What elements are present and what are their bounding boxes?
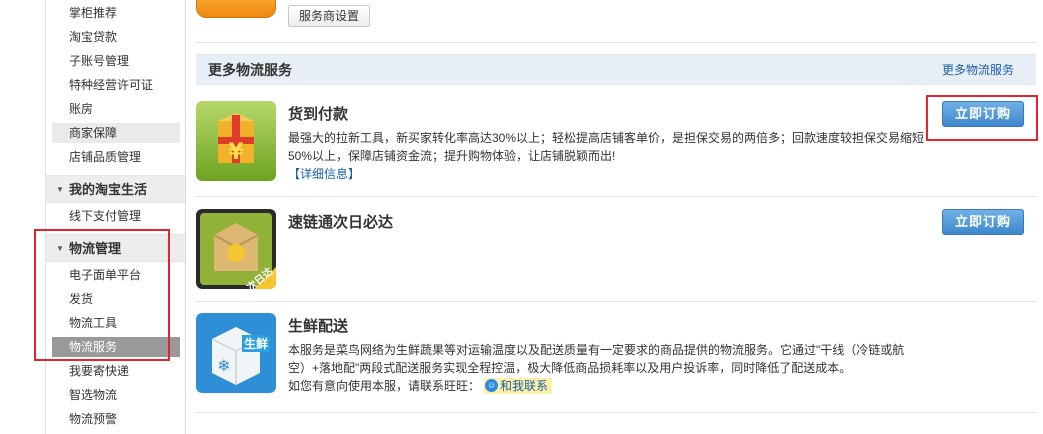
- service-provider-settings-button[interactable]: 服务商设置: [288, 5, 371, 27]
- sidebar-item-subaccount[interactable]: 子账号管理: [69, 51, 129, 71]
- annotation-box-sidebar: [34, 229, 170, 361]
- main-content: 服务商设置 更多物流服务 更多物流服务 ¥ 货到付款 最强大的拉新工具，新买家转…: [186, 0, 1043, 434]
- annotation-box-subscribe: [926, 95, 1038, 141]
- contact-label: 和我联系: [500, 379, 549, 393]
- sidebar-divider: [45, 0, 46, 434]
- wangwang-icon: ☺: [485, 379, 499, 392]
- sidebar-item-store-quality[interactable]: 店铺品质管理: [69, 147, 141, 167]
- detail-info-link[interactable]: 【详细信息】: [288, 167, 360, 181]
- divider: [196, 42, 1036, 43]
- service-title: 生鲜配送: [288, 318, 349, 335]
- service-description: 最强大的拉新工具，新买家转化率高达30%以上；轻松提高店铺客单价，是担保交易的两…: [288, 129, 930, 183]
- more-logistics-services-link[interactable]: 更多物流服务: [942, 55, 1014, 85]
- service-title: 速链通次日必达: [288, 214, 394, 231]
- divider: [196, 412, 1036, 413]
- sidebar: 掌柜推荐 淘宝贷款 子账号管理 特种经营许可证 账房 商家保障 店铺品质管理 ▼…: [0, 0, 186, 434]
- next-day-box-icon: 次日达: [196, 209, 276, 289]
- sidebar-item-taobao-loan[interactable]: 淘宝贷款: [69, 27, 117, 47]
- divider: [196, 196, 1036, 197]
- service-provider-icon: [196, 0, 276, 18]
- svg-text:❄: ❄: [217, 356, 230, 375]
- sidebar-item-logistics-warning[interactable]: 物流预警: [69, 409, 117, 429]
- divider: [196, 301, 1036, 302]
- sidebar-item-smart-logistics[interactable]: 智选物流: [69, 385, 117, 405]
- sidebar-item-offline-payment[interactable]: 线下支付管理: [69, 206, 141, 226]
- service-item-cod: ¥ 货到付款 最强大的拉新工具，新买家转化率高达30%以上；轻松提高店铺客单价，…: [196, 101, 1036, 191]
- sidebar-item-shopkeeper-recommend[interactable]: 掌柜推荐: [69, 3, 117, 23]
- sidebar-item-merchant-guarantee[interactable]: 商家保障: [52, 123, 180, 143]
- fresh-box-icon: ❄ 生鲜: [196, 313, 276, 393]
- service-item-fresh: ❄ 生鲜 生鲜配送 本服务是菜鸟网络为生鲜蔬果等对运输温度以及配送质量有一定要求…: [196, 313, 1036, 403]
- sidebar-group-my-taobao-life[interactable]: ▼ 我的淘宝生活: [46, 175, 185, 203]
- sidebar-group-label: 我的淘宝生活: [69, 182, 148, 197]
- sidebar-item-special-license[interactable]: 特种经营许可证: [69, 75, 153, 95]
- caret-down-icon: ▼: [56, 185, 64, 194]
- section-header: 更多物流服务 更多物流服务: [196, 54, 1036, 85]
- service-description-text: 本服务是菜鸟网络为生鲜蔬果等对运输温度以及配送质量有一定要求的商品提供的物流服务…: [288, 343, 905, 375]
- contact-prompt: 如您有意向使用本服，请联系旺旺：: [288, 379, 481, 393]
- contact-wangwang-button[interactable]: ☺ 和我联系: [484, 378, 553, 394]
- page: 掌柜推荐 淘宝贷款 子账号管理 特种经营许可证 账房 商家保障 店铺品质管理 ▼…: [0, 0, 1043, 434]
- cod-box-icon: ¥: [196, 101, 276, 181]
- sidebar-item-account-room[interactable]: 账房: [69, 99, 93, 119]
- section-title: 更多物流服务: [208, 62, 292, 78]
- service-description: 本服务是菜鸟网络为生鲜蔬果等对运输温度以及配送质量有一定要求的商品提供的物流服务…: [288, 341, 918, 395]
- service-item-next-day: 次日达 速链通次日必达 立即订购: [196, 209, 1036, 289]
- fresh-badge: 生鲜: [242, 335, 271, 352]
- service-description-text: 最强大的拉新工具，新买家转化率高达30%以上；轻松提高店铺客单价，是担保交易的两…: [288, 131, 925, 163]
- subscribe-button[interactable]: 立即订购: [942, 209, 1024, 235]
- service-title: 货到付款: [288, 106, 349, 123]
- svg-text:¥: ¥: [228, 140, 244, 165]
- sidebar-item-send-express[interactable]: 我要寄快递: [69, 361, 129, 381]
